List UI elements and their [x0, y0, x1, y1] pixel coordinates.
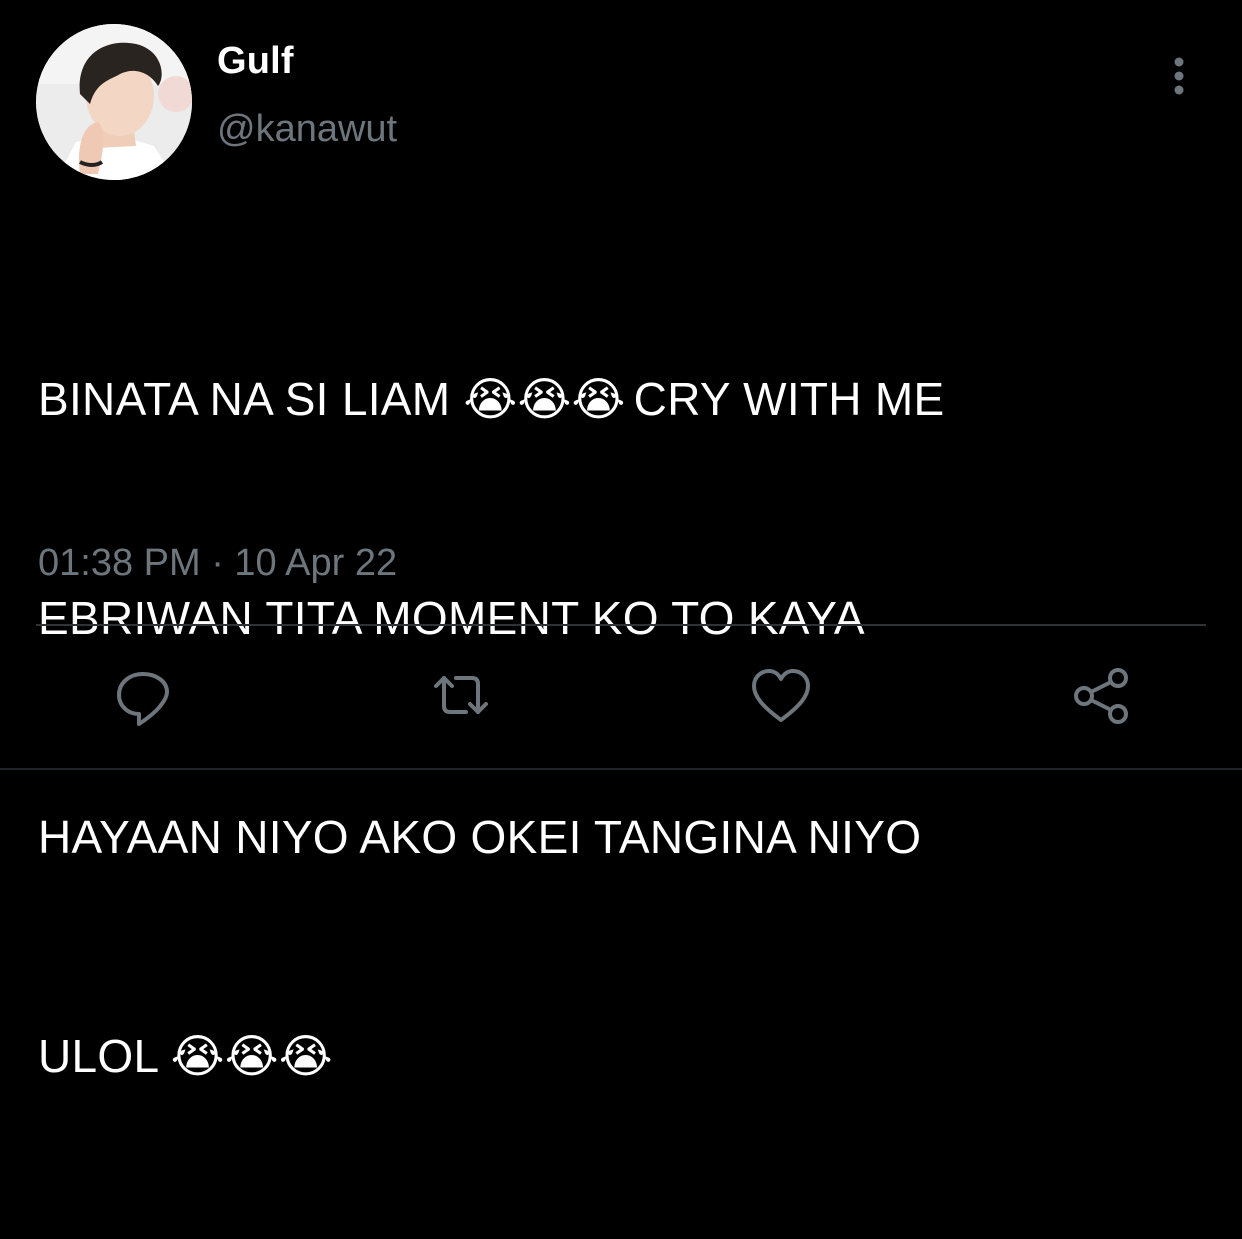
author-handle[interactable]: @kanawut — [217, 108, 397, 151]
action-bar — [0, 650, 1242, 750]
tweet-text-line: HAYAAN NIYO AKO OKEI TANGINA NIYO — [38, 811, 922, 863]
retweet-icon — [434, 676, 488, 714]
more-options-button[interactable] — [1158, 52, 1200, 100]
bottom-divider — [0, 768, 1242, 770]
tweet-text-line: ULOL 😭😭😭 — [38, 1020, 1168, 1093]
share-icon — [1074, 668, 1128, 724]
retweet-button[interactable] — [426, 660, 496, 730]
author-display-name[interactable]: Gulf — [217, 40, 294, 83]
profile-photo-icon — [36, 24, 192, 180]
share-button[interactable] — [1066, 660, 1136, 730]
crying-emoji-group: 😭😭😭 — [170, 1030, 333, 1082]
tweet-text-line: EBRIWAN TITA MOMENT KO TO KAYA — [38, 592, 865, 644]
tweet-timestamp[interactable]: 01:38 PM · 10 Apr 22 — [38, 542, 397, 585]
tweet-text-line: BINATA NA SI LIAM 😭😭😭 CRY WITH ME — [38, 363, 1168, 436]
crying-emoji-group: 😭😭😭 — [463, 373, 626, 425]
vertical-dots-icon — [1174, 57, 1184, 95]
reply-button[interactable] — [108, 660, 178, 730]
reply-bubble-icon — [117, 672, 169, 726]
avatar[interactable] — [36, 24, 192, 180]
tweet-card: Gulf @kanawut BINATA NA SI LIAM 😭😭😭 CRY W… — [0, 0, 1242, 1082]
tweet-text-segment: CRY WITH ME — [633, 373, 945, 425]
divider — [36, 624, 1206, 626]
like-button[interactable] — [746, 660, 816, 730]
heart-icon — [752, 669, 810, 722]
tweet-text-segment: ULOL — [38, 1030, 158, 1082]
tweet-text-segment: BINATA NA SI LIAM — [38, 373, 451, 425]
